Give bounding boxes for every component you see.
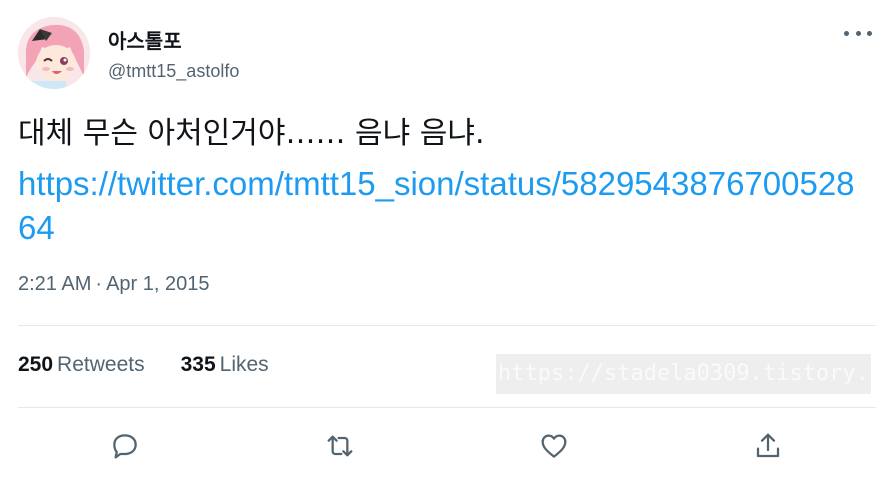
timestamp-separator: ·	[95, 273, 103, 295]
user-handle[interactable]: @tmtt15_astolfo	[108, 61, 239, 82]
avatar-image	[18, 17, 90, 89]
likes-stat[interactable]: 335 Likes	[181, 353, 269, 377]
tweet-date: Apr 1, 2015	[106, 273, 210, 295]
more-dot	[855, 30, 861, 36]
retweet-icon	[327, 435, 353, 457]
watermark: https://stadela0309.tistory.com	[496, 354, 871, 394]
divider	[18, 407, 876, 408]
share-icon	[756, 433, 780, 458]
tweet-timestamp[interactable]: 2:21 AM · Apr 1, 2015	[18, 273, 209, 296]
retweets-label: Retweets	[57, 353, 145, 376]
tweet-header: 아스톨포 @tmtt15_astolfo	[18, 17, 876, 89]
tweet-stats: 250 Retweets 335 Likes	[18, 353, 305, 377]
tweet-time: 2:21 AM	[18, 273, 92, 295]
more-dot	[867, 30, 872, 36]
share-button[interactable]	[746, 424, 790, 468]
retweet-button[interactable]	[318, 424, 362, 468]
retweets-stat[interactable]: 250 Retweets	[18, 353, 145, 377]
reply-button[interactable]	[103, 424, 147, 468]
tweet-actions	[0, 424, 894, 468]
display-name[interactable]: 아스톨포	[108, 25, 182, 54]
tweet-text: 대체 무슨 아처인거야…… 음냐 음냐.	[18, 116, 485, 151]
avatar[interactable]	[18, 17, 90, 89]
reply-icon	[113, 434, 137, 459]
like-button[interactable]	[532, 424, 576, 468]
likes-label: Likes	[219, 353, 269, 376]
heart-icon	[541, 434, 567, 458]
divider	[18, 325, 876, 326]
tweet-link[interactable]: https://twitter.com/tmtt15_sion/status/5…	[18, 162, 868, 250]
likes-count: 335	[180, 353, 216, 376]
more-dot	[844, 30, 849, 36]
retweets-count: 250	[18, 353, 54, 376]
more-horizontal-icon[interactable]	[844, 23, 872, 43]
